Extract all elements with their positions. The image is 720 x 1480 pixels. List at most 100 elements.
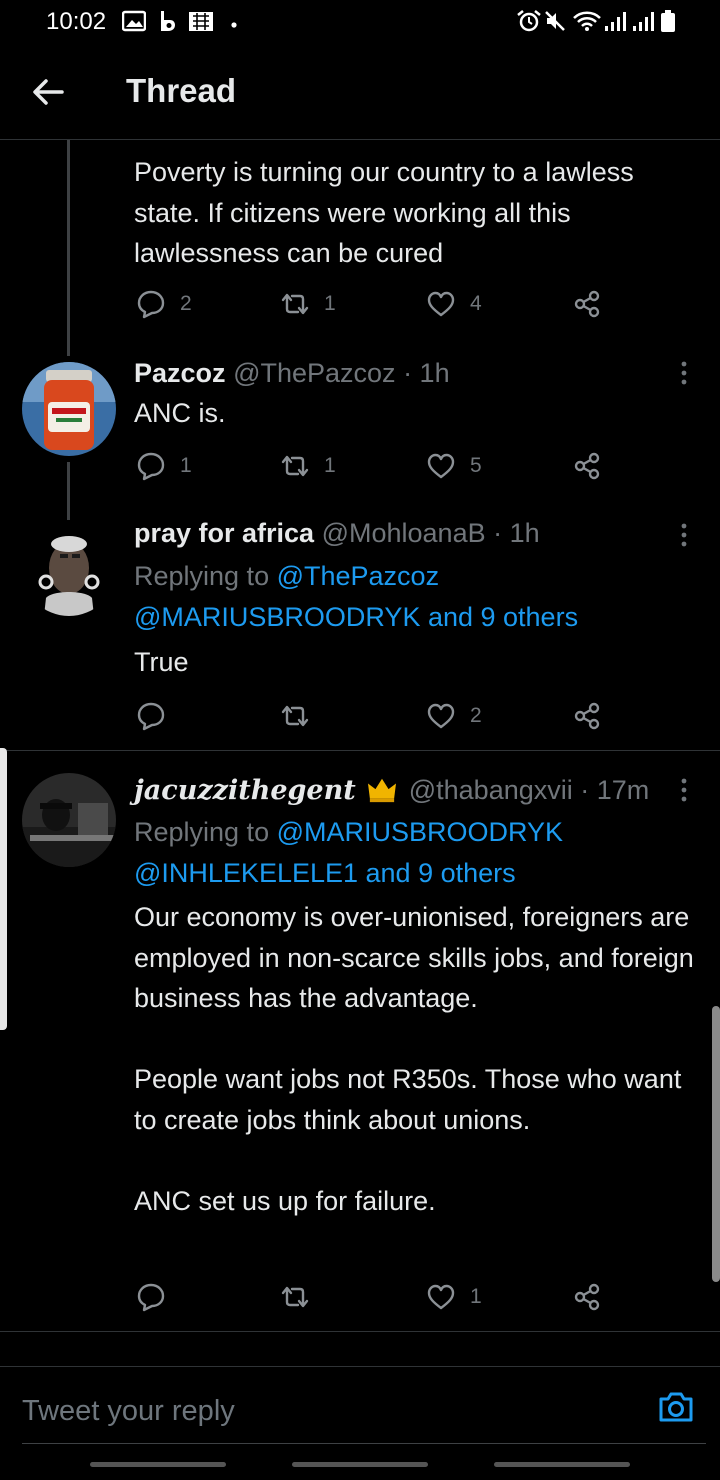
- avatar-image: [22, 362, 116, 456]
- reply-icon: [137, 1283, 165, 1312]
- tweet[interactable]: Poverty is turning our country to a lawl…: [0, 140, 720, 340]
- status-bar: 10:02: [0, 0, 720, 44]
- avatar-image: [22, 522, 116, 616]
- retweet-button[interactable]: 1: [280, 284, 336, 324]
- tweet-text: Our economy is over-unionised, foreigner…: [134, 902, 694, 1217]
- share-button[interactable]: [572, 446, 602, 486]
- share-icon: [574, 1283, 600, 1311]
- app-grid-icon: [189, 12, 213, 31]
- like-button[interactable]: 2: [426, 696, 482, 736]
- tweet-divider: [0, 1331, 720, 1332]
- display-name[interactable]: jacuzzithegent: [134, 775, 356, 806]
- alarm-icon: [517, 10, 541, 32]
- reply-count: 2: [180, 292, 192, 315]
- avatar[interactable]: [22, 773, 116, 867]
- share-icon: [574, 452, 600, 480]
- tweet-text: Poverty is turning our country to a lawl…: [134, 157, 642, 269]
- tweet-header: jacuzzithegent @thabangxvii · 17m: [134, 775, 649, 806]
- page-title: Thread: [126, 72, 237, 109]
- like-count: 4: [470, 292, 482, 315]
- tweet-text: ANC is.: [134, 398, 226, 428]
- composer-underline: [22, 1443, 706, 1444]
- app-b-icon: [161, 11, 175, 31]
- tweet-actions: 2 1 4: [0, 284, 720, 324]
- scrollbar-thumb[interactable]: [712, 1006, 720, 1282]
- tweet-time: · 1h: [403, 358, 450, 388]
- like-button[interactable]: 4: [426, 284, 482, 324]
- battery-icon: [661, 10, 675, 32]
- nav-home-bar[interactable]: [292, 1462, 428, 1467]
- retweet-icon: [281, 705, 309, 727]
- nav-recents-bar[interactable]: [90, 1462, 226, 1467]
- avatar[interactable]: [22, 362, 116, 456]
- share-button[interactable]: [572, 284, 602, 324]
- reply-button[interactable]: [136, 696, 180, 736]
- signal-1-icon: [605, 12, 626, 31]
- gallery-icon: [122, 10, 146, 32]
- reply-button[interactable]: 1: [136, 446, 192, 486]
- heart-icon: [427, 291, 455, 317]
- replying-others-link[interactable]: @INHLEKELELE1 and 9 others: [134, 858, 516, 888]
- retweet-icon: [281, 455, 309, 477]
- more-options-icon[interactable]: [672, 520, 696, 550]
- replying-others-link[interactable]: @MARIUSBROODRYK and 9 others: [134, 602, 578, 632]
- user-handle[interactable]: @ThePazcoz: [233, 358, 395, 388]
- replying-to-link[interactable]: @MARIUSBROODRYK: [277, 817, 563, 847]
- retweet-button[interactable]: 1: [280, 446, 336, 486]
- retweet-count: 1: [324, 292, 336, 315]
- status-time: 10:02: [46, 8, 107, 35]
- reply-input[interactable]: [22, 1389, 622, 1433]
- display-name[interactable]: Pazcoz: [134, 358, 226, 388]
- back-arrow-icon[interactable]: [30, 74, 66, 110]
- like-button[interactable]: 5: [426, 446, 482, 486]
- heart-icon: [427, 453, 455, 479]
- replying-to-link[interactable]: @ThePazcoz: [277, 561, 439, 591]
- edge-panel-handle[interactable]: [0, 748, 7, 1030]
- like-count: 2: [470, 704, 482, 727]
- retweet-button[interactable]: [280, 696, 324, 736]
- retweet-button[interactable]: [280, 1277, 324, 1317]
- heart-icon: [427, 703, 455, 729]
- replying-prefix: Replying to: [134, 817, 277, 847]
- tweet-actions: 1 1 5: [0, 446, 720, 486]
- heart-icon: [427, 1284, 455, 1310]
- tweet[interactable]: jacuzzithegent @thabangxvii · 17m Replyi…: [0, 751, 720, 1331]
- share-button[interactable]: [572, 1277, 602, 1317]
- like-button[interactable]: 1: [426, 1277, 482, 1317]
- thread-screen: 10:02 Thread Poverty is turning our coun…: [0, 0, 720, 1480]
- wifi-icon: [573, 11, 601, 31]
- share-icon: [574, 702, 600, 730]
- replying-to-others: @MARIUSBROODRYK and 9 others: [134, 597, 578, 638]
- top-bar: Thread: [0, 44, 720, 140]
- replying-to: Replying to @MARIUSBROODRYK: [134, 812, 563, 853]
- replying-to: Replying to @ThePazcoz: [134, 556, 439, 597]
- user-handle[interactable]: @MohloanaB: [322, 518, 486, 548]
- crown-emoji-icon: [368, 778, 397, 803]
- nav-back-bar[interactable]: [494, 1462, 630, 1467]
- reply-count: 1: [180, 454, 192, 477]
- replying-to-others: @INHLEKELELE1 and 9 others: [134, 853, 516, 894]
- tweet-time: · 1h: [493, 518, 540, 548]
- notification-dot-icon: [231, 22, 237, 28]
- reply-button[interactable]: 2: [136, 284, 192, 324]
- like-count: 5: [470, 454, 482, 477]
- tweet-actions: 2: [0, 696, 720, 736]
- tweet-actions: 1: [0, 1277, 720, 1317]
- user-handle[interactable]: @thabangxvii: [409, 775, 573, 805]
- avatar-image: [22, 773, 116, 867]
- signal-2-icon: [633, 12, 654, 31]
- tweet-text: True: [134, 647, 189, 677]
- tweet-header: pray for africa @MohloanaB · 1h: [134, 518, 540, 549]
- share-button[interactable]: [572, 696, 602, 736]
- retweet-icon: [281, 1286, 309, 1308]
- reply-button[interactable]: [136, 1277, 180, 1317]
- tweet[interactable]: pray for africa @MohloanaB · 1h Replying…: [0, 500, 720, 750]
- reply-icon: [137, 452, 165, 481]
- display-name[interactable]: pray for africa: [134, 518, 314, 548]
- avatar[interactable]: [22, 522, 116, 616]
- more-options-icon[interactable]: [672, 358, 696, 388]
- more-options-icon[interactable]: [672, 775, 696, 805]
- retweet-icon: [281, 293, 309, 315]
- tweet[interactable]: Pazcoz @ThePazcoz · 1h ANC is. 1 1 5: [0, 340, 720, 500]
- camera-icon[interactable]: [656, 1387, 696, 1427]
